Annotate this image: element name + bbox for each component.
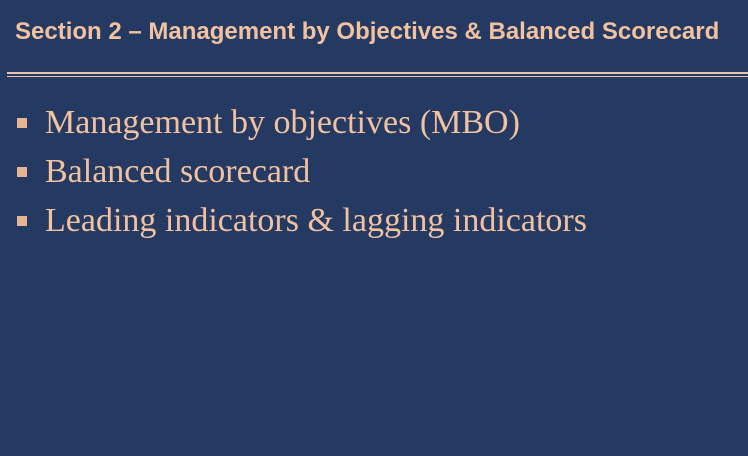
square-bullet-icon	[17, 166, 27, 177]
title-divider-secondary	[7, 76, 748, 77]
bullet-list: Management by objectives (MBO) Balanced …	[17, 98, 587, 245]
bullet-text: Leading indicators & lagging indicators	[45, 202, 587, 239]
bullet-item: Balanced scorecard	[17, 147, 587, 196]
bullet-text: Management by objectives (MBO)	[45, 104, 520, 141]
bullet-item: Management by objectives (MBO)	[17, 98, 587, 147]
bullet-item: Leading indicators & lagging indicators	[17, 196, 587, 245]
bullet-text: Balanced scorecard	[45, 153, 311, 190]
square-bullet-icon	[17, 215, 27, 226]
square-bullet-icon	[17, 117, 27, 128]
slide: Section 2 – Management by Objectives & B…	[0, 0, 748, 456]
title-divider	[7, 72, 748, 74]
slide-title: Section 2 – Management by Objectives & B…	[15, 18, 720, 45]
